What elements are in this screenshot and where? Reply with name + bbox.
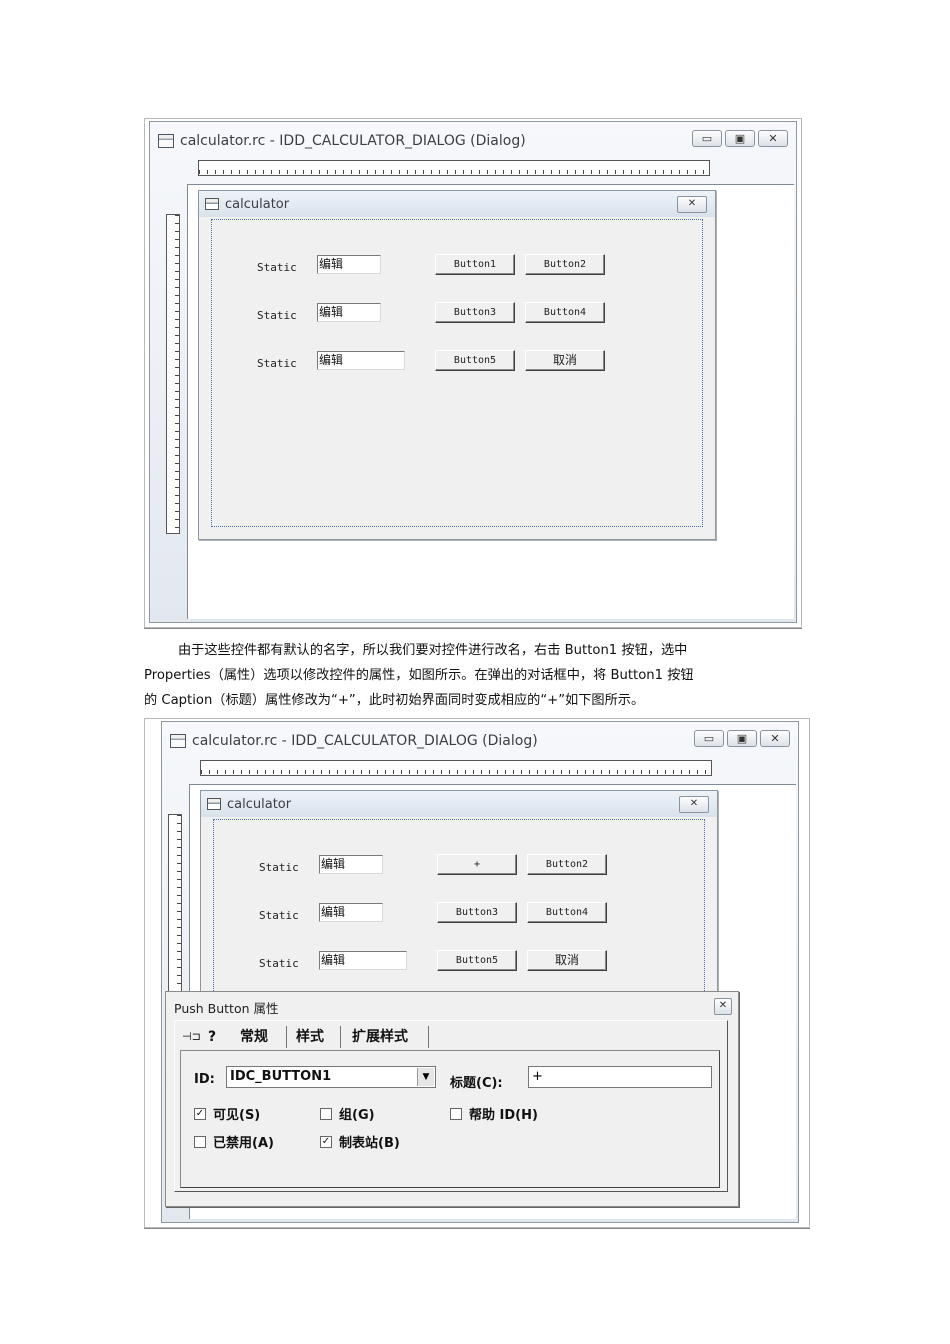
paragraph-line: 由于这些控件都有默认的名字，所以我们要对控件进行改名，右击 Button1 按钮… [178,643,688,658]
screenshot-2: calculator.rc - IDD_CALCULATOR_DIALOG (D… [144,718,810,1228]
edit-box[interactable]: 编辑 [317,303,381,322]
checkbox-label: 已禁用(A) [213,1136,274,1151]
tab-general[interactable]: 常规 [240,1024,268,1050]
maximize-button[interactable]: ▣ [727,730,757,747]
help-id-checkbox[interactable]: 帮助 ID(H) [450,1104,538,1123]
checkbox-label: 可见(S) [213,1108,261,1123]
disabled-checkbox[interactable]: 已禁用(A) [194,1132,274,1151]
help-icon[interactable]: ? [208,1024,216,1050]
edit-box[interactable]: 编辑 [317,351,405,370]
minimize-button[interactable]: ▭ [694,730,724,747]
plus-button[interactable]: + [437,854,517,875]
dialog-title: calculator [227,796,292,812]
resource-icon [158,134,174,148]
horizontal-ruler[interactable] [198,160,710,176]
vertical-ruler[interactable] [166,214,180,534]
edit-box[interactable]: 编辑 [319,903,383,922]
button-2[interactable]: Button2 [527,854,607,875]
window-titlebar: calculator.rc - IDD_CALCULATOR_DIALOG (D… [158,122,526,160]
visible-checkbox[interactable]: ✓ 可见(S) [194,1104,260,1123]
id-combobox[interactable]: IDC_BUTTON1 ▼ [226,1066,436,1088]
button-3[interactable]: Button3 [437,902,517,923]
paragraph-line: 的 Caption（标题）属性修改为“+”，此时初始界面同时变成相应的“+”如下… [144,693,645,708]
dialog-titlebar: calculator [201,791,717,817]
tab-divider [340,1026,341,1048]
push-button-properties-dialog[interactable]: Push Button 属性 ✕ ⊣⊐ ? 常规 样式 扩展样式 ID: IDC… [165,991,739,1207]
window-controls: ▭ ▣ ✕ [694,730,790,747]
edit-box[interactable]: 编辑 [319,855,383,874]
body-paragraph: 由于这些控件都有默认的名字，所以我们要对控件进行改名，右击 Button1 按钮… [144,638,806,713]
static-label: Static [259,957,299,970]
dialog-icon [207,798,221,810]
chevron-down-icon[interactable]: ▼ [417,1068,434,1086]
pin-icon[interactable]: ⊣⊐ [182,1024,201,1050]
cancel-button[interactable]: 取消 [527,950,607,971]
dialog-titlebar: calculator [199,191,715,217]
paragraph-line: Properties（属性）选项以修改控件的属性，如图所示。在弹出的对话框中，将… [144,668,694,683]
horizontal-ruler[interactable] [200,760,712,776]
id-label: ID: [194,1072,215,1087]
id-combobox-value: IDC_BUTTON1 [230,1069,332,1084]
window-titlebar: calculator.rc - IDD_CALCULATOR_DIALOG (D… [170,722,538,760]
check-icon: ✓ [194,1107,206,1120]
minimize-button[interactable]: ▭ [692,130,722,147]
button-5[interactable]: Button5 [435,350,515,371]
button-4[interactable]: Button4 [527,902,607,923]
checkbox-label: 制表站(B) [339,1136,400,1151]
dialog-close-button[interactable]: ✕ [677,196,707,213]
tab-stop-checkbox[interactable]: ✓ 制表站(B) [320,1132,400,1151]
edit-box[interactable]: 编辑 [319,951,407,970]
check-icon: ✓ [320,1135,332,1148]
properties-title: Push Button 属性 [174,1001,279,1016]
button-4[interactable]: Button4 [525,302,605,323]
tab-strip: ⊣⊐ ? 常规 样式 扩展样式 [180,1024,720,1050]
tab-styles[interactable]: 样式 [296,1024,324,1050]
tab-divider [286,1026,287,1048]
checkbox-box [320,1107,332,1120]
static-label: Static [259,909,299,922]
resource-editor-window: calculator.rc - IDD_CALCULATOR_DIALOG (D… [149,121,797,623]
dialog-icon [205,198,219,210]
close-button[interactable]: ✕ [760,730,790,747]
caption-input[interactable]: + [528,1066,712,1088]
resource-icon [170,734,186,748]
caption-label: 标题(C): [450,1076,503,1091]
window-title: calculator.rc - IDD_CALCULATOR_DIALOG (D… [180,133,526,149]
properties-close-button[interactable]: ✕ [714,998,732,1015]
static-label: Static [257,309,297,322]
tab-divider [428,1026,429,1048]
group-checkbox[interactable]: 组(G) [320,1104,375,1123]
checkbox-box [194,1135,206,1148]
button-5[interactable]: Button5 [437,950,517,971]
dialog-title: calculator [225,196,290,212]
static-label: Static [257,261,297,274]
cancel-button[interactable]: 取消 [525,350,605,371]
button-3[interactable]: Button3 [435,302,515,323]
static-label: Static [259,861,299,874]
close-button[interactable]: ✕ [758,130,788,147]
tab-extended-styles[interactable]: 扩展样式 [352,1024,408,1050]
button-1[interactable]: Button1 [435,254,515,275]
checkbox-label: 帮助 ID(H) [469,1108,538,1123]
static-label: Static [257,357,297,370]
button-2[interactable]: Button2 [525,254,605,275]
dialog-close-button[interactable]: ✕ [679,796,709,813]
window-controls: ▭ ▣ ✕ [692,130,788,147]
calculator-dialog[interactable]: calculator ✕ Static 编辑 Button1 Button2 S… [198,190,716,540]
screenshot-1: calculator.rc - IDD_CALCULATOR_DIALOG (D… [144,118,802,628]
edit-box[interactable]: 编辑 [317,255,381,274]
checkbox-label: 组(G) [339,1108,375,1123]
checkbox-box [450,1107,462,1120]
window-title: calculator.rc - IDD_CALCULATOR_DIALOG (D… [192,733,538,749]
maximize-button[interactable]: ▣ [725,130,755,147]
